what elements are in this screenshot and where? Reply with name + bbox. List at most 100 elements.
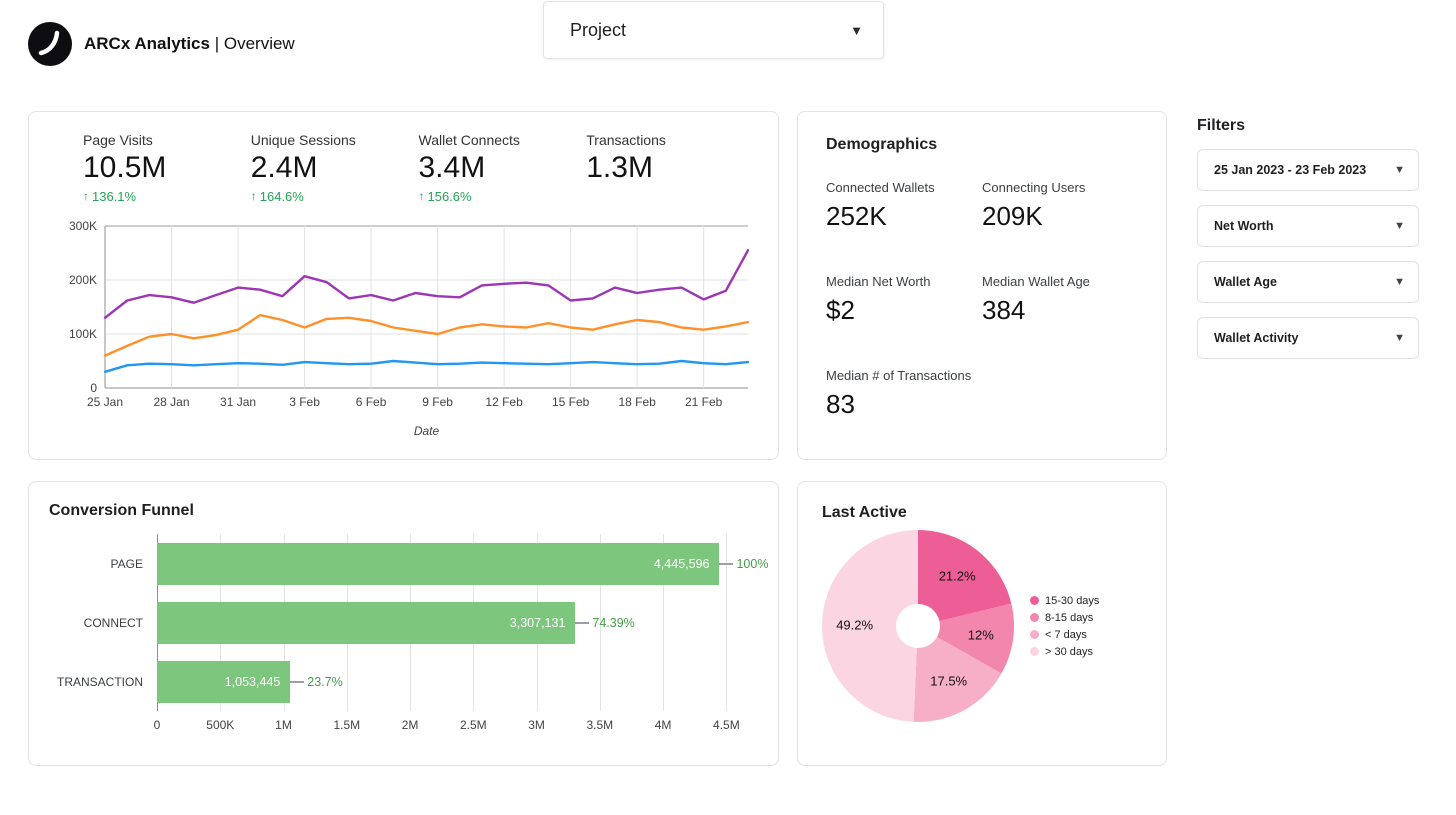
legend-label: > 30 days — [1045, 646, 1093, 658]
legend-item: 15-30 days — [1030, 595, 1099, 607]
traffic-line-chart: 0 100K 200K 300K 25 Jan 28 Jan 31 Jan 3 Feb 6 Fe… — [53, 210, 756, 438]
funnel-category-label: CONNECT — [49, 593, 157, 652]
legend-item: > 30 days — [1030, 646, 1099, 658]
svg-text:3 Feb: 3 Feb — [289, 395, 320, 409]
funnel-x-tick: 0 — [154, 718, 161, 732]
left-column: Page Visits 10.5M ↑136.1% Unique Session… — [28, 111, 779, 766]
dashboard: Page Visits 10.5M ↑136.1% Unique Session… — [0, 96, 1456, 766]
page-title: ARCx Analytics | Overview — [84, 34, 295, 54]
kpi-row: Page Visits 10.5M ↑136.1% Unique Session… — [53, 132, 754, 204]
funnel-x-tick: 3.5M — [586, 718, 613, 732]
increase-arrow-icon: ↑ — [419, 189, 425, 203]
svg-text:15 Feb: 15 Feb — [552, 395, 590, 409]
funnel-bar: 1,053,445 — [157, 661, 290, 703]
svg-text:9 Feb: 9 Feb — [422, 395, 453, 409]
donut-slice-label: 49.2% — [836, 617, 873, 632]
donut-slice-label: 17.5% — [930, 674, 967, 689]
app-header: ARCx Analytics | Overview Project ▼ — [0, 0, 1456, 96]
increase-arrow-icon: ↑ — [83, 189, 89, 203]
funnel-bar: 4,445,596 — [157, 543, 719, 585]
funnel-bar-value: 1,053,445 — [225, 675, 291, 689]
svg-text:300K: 300K — [69, 219, 97, 233]
svg-text:21 Feb: 21 Feb — [685, 395, 723, 409]
funnel-bar-value: 4,445,596 — [654, 557, 720, 571]
legend-label: < 7 days — [1045, 629, 1087, 641]
page-name: Overview — [224, 34, 295, 53]
traffic-card: Page Visits 10.5M ↑136.1% Unique Session… — [28, 111, 779, 460]
filter-wallet-activity[interactable]: Wallet Activity ▼ — [1197, 317, 1419, 359]
stat-connecting-users: Connecting Users 209K — [982, 180, 1138, 232]
funnel-category-labels: PAGECONNECTTRANSACTION — [49, 534, 157, 735]
demographics-title: Demographics — [826, 136, 1138, 154]
stat-median-net-worth: Median Net Worth $2 — [826, 274, 982, 326]
title-separator: | — [215, 34, 219, 53]
funnel-title: Conversion Funnel — [49, 502, 758, 520]
filter-net-worth[interactable]: Net Worth ▼ — [1197, 205, 1419, 247]
legend-dot-icon — [1030, 613, 1039, 622]
demographics-card: Demographics Connected Wallets 252K Conn… — [797, 111, 1167, 460]
funnel-x-tick: 4M — [655, 718, 672, 732]
stat-connected-wallets: Connected Wallets 252K — [826, 180, 982, 232]
chevron-down-icon: ▼ — [1394, 220, 1405, 232]
kpi-unique-sessions: Unique Sessions 2.4M ↑164.6% — [251, 132, 419, 204]
filters-title: Filters — [1197, 117, 1419, 135]
funnel-percent-label: 100% — [719, 557, 768, 571]
kpi-delta: ↑164.6% — [251, 189, 419, 204]
funnel-x-tick: 500K — [206, 718, 234, 732]
chevron-down-icon: ▼ — [1394, 276, 1405, 288]
funnel-category-label: PAGE — [49, 534, 157, 593]
funnel-x-tick: 2M — [402, 718, 419, 732]
funnel-x-tick: 2.5M — [460, 718, 487, 732]
funnel-row: 1,053,44523.7% — [157, 652, 758, 711]
demographics-stats: Connected Wallets 252K Connecting Users … — [826, 180, 1138, 420]
kpi-transactions: Transactions 1.3M ↑ — [586, 132, 754, 204]
kpi-page-visits: Page Visits 10.5M ↑136.1% — [83, 132, 251, 204]
last-active-card: Last Active 21.2%12%17.5%49.2% 15-30 day… — [797, 481, 1167, 766]
middle-column: Demographics Connected Wallets 252K Conn… — [797, 111, 1167, 766]
svg-text:31 Jan: 31 Jan — [220, 395, 256, 409]
donut-chart: 21.2%12%17.5%49.2% — [822, 530, 1014, 722]
stat-median-wallet-age: Median Wallet Age 384 — [982, 274, 1138, 326]
brand: ARCx Analytics | Overview — [28, 22, 295, 66]
legend-dot-icon — [1030, 647, 1039, 656]
funnel-bar: 3,307,131 — [157, 602, 575, 644]
legend-label: 8-15 days — [1045, 612, 1093, 624]
conversion-funnel-chart: PAGECONNECTTRANSACTION 4,445,596100% 3,30… — [49, 534, 758, 735]
chevron-down-icon: ▼ — [1394, 164, 1405, 176]
kpi-wallet-connects: Wallet Connects 3.4M ↑156.6% — [419, 132, 587, 204]
brand-name: ARCx Analytics — [84, 34, 210, 53]
funnel-row: 4,445,596100% — [157, 534, 758, 593]
filter-wallet-age[interactable]: Wallet Age ▼ — [1197, 261, 1419, 303]
svg-text:0: 0 — [90, 381, 97, 395]
funnel-percent-label: 74.39% — [575, 616, 634, 630]
svg-text:6 Feb: 6 Feb — [356, 395, 387, 409]
svg-text:28 Jan: 28 Jan — [154, 395, 190, 409]
svg-text:100K: 100K — [69, 327, 97, 341]
donut-legend: 15-30 days 8-15 days < 7 days > 30 days — [1030, 590, 1099, 663]
funnel-plot: 4,445,596100% 3,307,13174.39% 1,053,44523.… — [157, 534, 758, 735]
conversion-funnel-card: Conversion Funnel PAGECONNECTTRANSACTION… — [28, 481, 779, 766]
svg-text:Date: Date — [414, 424, 440, 438]
last-active-title: Last Active — [822, 504, 1142, 522]
legend-dot-icon — [1030, 630, 1039, 639]
svg-text:25 Jan: 25 Jan — [87, 395, 123, 409]
funnel-x-tick: 4.5M — [713, 718, 740, 732]
increase-arrow-icon: ↑ — [251, 189, 257, 203]
funnel-x-tick: 1.5M — [333, 718, 360, 732]
funnel-category-label: TRANSACTION — [49, 652, 157, 711]
stat-median-transactions: Median # of Transactions 83 — [826, 368, 982, 420]
chevron-down-icon: ▼ — [850, 23, 863, 38]
funnel-x-tick: 1M — [275, 718, 292, 732]
arcx-logo-icon — [28, 22, 72, 66]
funnel-percent-label: 23.7% — [290, 675, 342, 689]
legend-item: 8-15 days — [1030, 612, 1099, 624]
funnel-x-axis: 0500K1M1.5M2M2.5M3M3.5M4M4.5M — [157, 711, 758, 735]
legend-dot-icon — [1030, 596, 1039, 605]
svg-text:200K: 200K — [69, 273, 97, 287]
svg-text:12 Feb: 12 Feb — [485, 395, 523, 409]
project-selector[interactable]: Project ▼ — [543, 1, 884, 59]
filter-date-range[interactable]: 25 Jan 2023 - 23 Feb 2023 ▼ — [1197, 149, 1419, 191]
legend-item: < 7 days — [1030, 629, 1099, 641]
filters-panel: Filters 25 Jan 2023 - 23 Feb 2023 ▼ Net … — [1197, 111, 1419, 373]
donut-slice-label: 21.2% — [939, 569, 976, 584]
